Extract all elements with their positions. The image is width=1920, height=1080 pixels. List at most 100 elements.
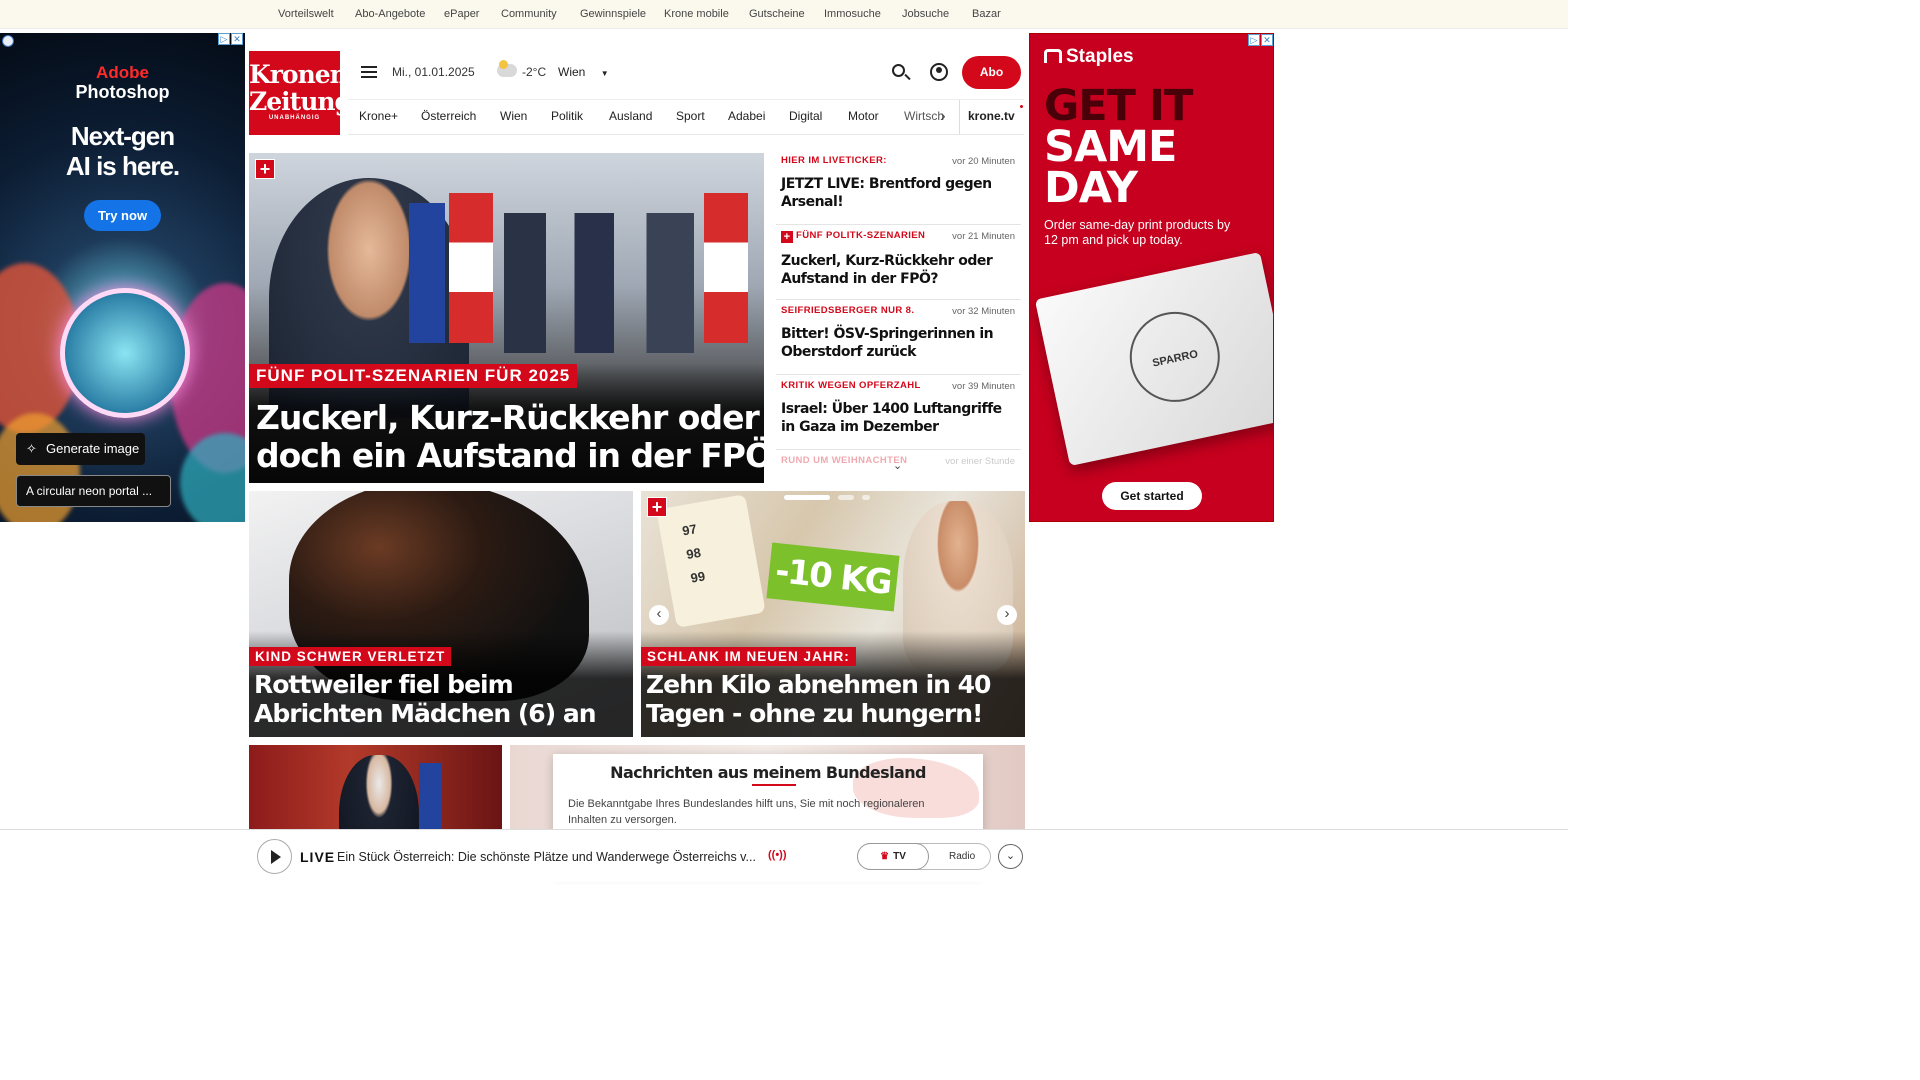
adobe-photoshop-ad[interactable]: ▷ ✕ Adobe Photoshop Next-gen AI is here. … [0, 33, 245, 522]
ad-choices-icons-right[interactable]: ▷ ✕ [1248, 34, 1273, 46]
krone-plus-icon: + [781, 231, 793, 243]
carousel-dots [784, 495, 884, 500]
ticker-item[interactable]: KRITIK WEGEN OPFERZAHL vor 39 Minuten Is… [776, 375, 1021, 450]
ticker-time: vor 21 Minuten [952, 231, 1015, 242]
staples-ad[interactable]: ▷ ✕ Staples GET IT SAME DAY Order same-da… [1029, 33, 1274, 522]
topnav-gutscheine[interactable]: Gutscheine [749, 8, 805, 20]
topnav-community[interactable]: Community [501, 8, 557, 20]
nav-krone-tv[interactable]: krone.tv [968, 109, 1015, 123]
ticker-title[interactable]: Israel: Über 1400 Luftangriffe in Gaza i… [781, 400, 1016, 436]
topnav-jobsuche[interactable]: Jobsuche [902, 8, 949, 20]
staples-body: Order same-day print products by 12 pm a… [1044, 218, 1231, 247]
tile-right-headline[interactable]: Zehn Kilo abnehmen in 40 Tagen - ohne zu… [646, 670, 991, 729]
get-started-button[interactable]: Get started [1102, 482, 1202, 510]
carousel-prev-icon[interactable]: ‹ [649, 605, 669, 625]
ticker-title[interactable]: JETZT LIVE: Brentford gegen Arsenal! [781, 175, 1016, 211]
tv-radio-toggle[interactable]: ♛ TV Radio [857, 843, 991, 870]
hero-image-people [504, 213, 694, 353]
nav-scroll-right-icon[interactable]: › [940, 106, 946, 126]
logo-line1: Kronen [249, 60, 348, 89]
carousel-dot[interactable] [838, 495, 854, 500]
krone-crown-icon: ♛ [880, 851, 890, 862]
city-select[interactable]: Wien ▼ [558, 65, 609, 79]
ad-brand-adobe: Adobe [96, 63, 149, 82]
ad-info-icon[interactable]: ▷ [1248, 34, 1260, 46]
tape-measure-image: 97 98 99 [656, 494, 766, 628]
nav-krone-plus[interactable]: Krone+ [359, 109, 398, 123]
carousel-dot-active[interactable] [784, 495, 830, 500]
generate-image-button[interactable]: ✧ Generate image [16, 433, 145, 465]
nav-digital[interactable]: Digital [789, 109, 822, 123]
ad-privacy-icon[interactable] [2, 35, 14, 47]
staples-headline: GET IT SAME DAY [1044, 85, 1193, 213]
nav-motor[interactable]: Motor [848, 109, 879, 123]
article-tile-rottweiler[interactable]: KIND SCHWER VERLETZT Rottweiler fiel bei… [249, 491, 633, 737]
nav-sport[interactable]: Sport [676, 109, 705, 123]
hero-image-flag-eu [409, 203, 445, 343]
tile-left-headline[interactable]: Rottweiler fiel beim Abrichten Mädchen (… [254, 670, 597, 729]
header-date: Mi., 01.01.2025 [392, 65, 475, 79]
ticker-title[interactable]: Zuckerl, Kurz-Rückkehr oder Aufstand in … [781, 252, 1016, 288]
tile-right-kicker: SCHLANK IM NEUEN JAHR: [641, 647, 856, 666]
nav-ausland[interactable]: Ausland [609, 109, 652, 123]
carousel-next-icon[interactable]: › [997, 605, 1017, 625]
logo-line2: Zeitung [249, 87, 352, 116]
ticker-item[interactable]: + FÜNF POLITK-SZENARIEN vor 21 Minuten Zu… [776, 225, 1021, 300]
topnav-immosuche[interactable]: Immosuche [824, 8, 881, 20]
weather-cloud-icon [497, 60, 517, 77]
staples-headline-2: SAME [1044, 122, 1177, 172]
nav-oesterreich[interactable]: Österreich [421, 109, 476, 123]
staples-mark-icon [1044, 49, 1062, 63]
ticker-item[interactable]: HIER IM LIVETICKER: vor 20 Minuten JETZT… [776, 150, 1021, 225]
nav-adabei[interactable]: Adabei [728, 109, 765, 123]
menu-icon[interactable] [361, 66, 377, 78]
ad-close-icon[interactable]: ✕ [1261, 34, 1273, 46]
tile-right-headline-line1: Zehn Kilo abnehmen in 40 [646, 670, 991, 699]
ad-info-icon[interactable]: ▷ [218, 33, 230, 45]
article-carousel-slide[interactable]: 97 98 99 -10 KG + ‹ › SCHLANK IM NEUEN J… [641, 491, 1025, 737]
staples-headline-3: DAY [1044, 163, 1138, 213]
chevron-down-icon: ▼ [600, 69, 609, 78]
play-button[interactable] [257, 839, 292, 874]
ad-close-icon[interactable]: ✕ [231, 33, 243, 45]
topnav-abo-angebote[interactable]: Abo-Angebote [355, 8, 425, 20]
nav-wirtschaft[interactable]: Wirtsch [904, 109, 944, 123]
print-bag-image: SPARRO [1034, 251, 1273, 467]
ad-headline-line1: Next-gen [70, 121, 175, 151]
nav-politik[interactable]: Politik [551, 109, 583, 123]
ticker-time: vor 20 Minuten [952, 156, 1015, 167]
kronen-zeitung-logo[interactable]: Kronen Zeitung UNABHÄNGIG [249, 51, 352, 135]
ad-prompt-field[interactable]: A circular neon portal ... [16, 475, 171, 507]
ad-try-now-button[interactable]: Try now [84, 200, 161, 231]
nav-wien[interactable]: Wien [500, 109, 527, 123]
tv-label: TV [893, 851, 906, 862]
ticker-item[interactable]: SEIFRIEDSBERGER NUR 8. vor 32 Minuten Bi… [776, 300, 1021, 375]
topnav-bazar[interactable]: Bazar [972, 8, 1001, 20]
ticker-expand-chevron-icon[interactable]: ⌄ [893, 459, 902, 472]
player-expand-chevron-icon[interactable]: ⌄ [998, 844, 1023, 869]
topnav-vorteilswelt[interactable]: Vorteilswelt [278, 8, 334, 20]
live-player-bar: LIVE Ein Stück Österreich: Die schönste … [0, 829, 1568, 882]
live-label: LIVE [300, 849, 336, 865]
radio-option[interactable]: Radio [949, 851, 975, 862]
hero-image-flag-at [449, 193, 493, 343]
tv-option[interactable]: ♛ TV [857, 843, 929, 870]
bundesland-body-line2: Inhalten zu versorgen. [568, 814, 677, 826]
tile-left-headline-line1: Rottweiler fiel beim [254, 670, 514, 699]
hero-image-flag-at-2 [704, 193, 748, 343]
carousel-dot[interactable] [862, 495, 870, 500]
topnav-krone-mobile[interactable]: Krone mobile [664, 8, 729, 20]
abo-button[interactable]: Abo [962, 56, 1021, 89]
topnav-epaper[interactable]: ePaper [444, 8, 479, 20]
hero-article[interactable]: + FÜNF POLIT-SZENARIEN FÜR 2025 Zuckerl,… [249, 153, 764, 483]
account-icon[interactable] [930, 63, 948, 81]
live-title[interactable]: Ein Stück Österreich: Die schönste Plätz… [337, 850, 756, 864]
ad-choices-icons[interactable]: ▷ ✕ [218, 33, 243, 45]
search-icon[interactable] [892, 64, 911, 81]
broadcast-icon: ((•)) [768, 849, 787, 861]
topnav-gewinnspiele[interactable]: Gewinnspiele [580, 8, 646, 20]
hero-headline[interactable]: Zuckerl, Kurz-Rückkehr oder doch ein Auf… [256, 399, 764, 475]
bundesland-title: Nachrichten aus meinem Bundesland [610, 763, 926, 782]
ticker-title[interactable]: Bitter! ÖSV-Springerinnen in Oberstdorf … [781, 325, 1016, 361]
minus-10kg-badge: -10 KG [766, 542, 900, 612]
